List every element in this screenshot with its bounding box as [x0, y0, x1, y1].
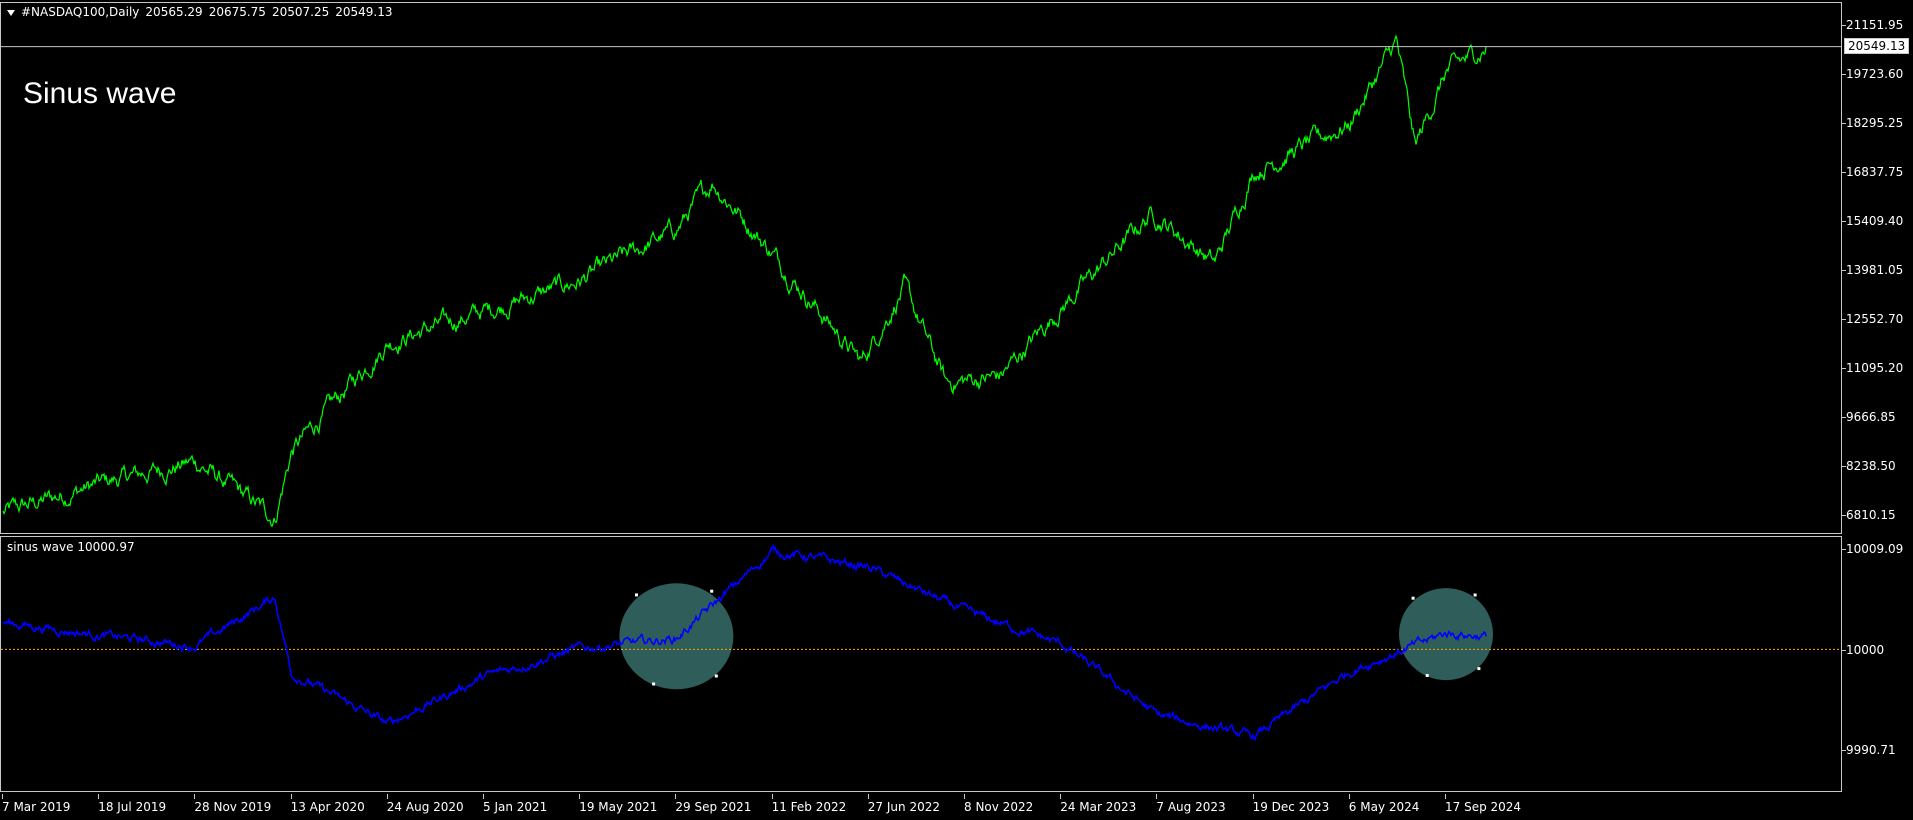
- current-price-label: 20549.13: [1844, 37, 1910, 54]
- price-tick: 19723.60: [1841, 67, 1904, 81]
- price-tick: 16837.75: [1841, 165, 1904, 179]
- selection-handle[interactable]: [1477, 667, 1481, 671]
- sinus-wave-line: [2, 543, 1487, 742]
- price-chart-canvas: [1, 34, 1841, 528]
- price-tick: 6810.15: [1842, 508, 1896, 522]
- selection-handle[interactable]: [652, 682, 656, 686]
- selection-handle[interactable]: [710, 589, 714, 593]
- time-label: 6 May 2024: [1348, 794, 1420, 814]
- time-label: 24 Mar 2023: [1060, 794, 1137, 814]
- chart-annotation-text[interactable]: Sinus wave: [23, 77, 176, 111]
- indicator-pane[interactable]: sinus wave 10000.97: [0, 536, 1842, 792]
- time-label: 17 Sep 2024: [1445, 794, 1522, 814]
- highlight-ellipse-2021[interactable]: [619, 583, 734, 690]
- symbol-name: #NASDAQ100,Daily: [21, 5, 140, 19]
- price-tick: 12552.70: [1841, 312, 1904, 326]
- selection-handle[interactable]: [714, 674, 718, 678]
- time-label: 7 Mar 2019: [2, 794, 71, 814]
- price-tick: 13981.05: [1841, 263, 1904, 277]
- time-label: 24 Aug 2020: [386, 794, 464, 814]
- selection-handle[interactable]: [1411, 596, 1415, 600]
- time-label: 19 Dec 2023: [1252, 794, 1330, 814]
- ohlc-open: 20565.29: [145, 5, 203, 19]
- indicator-axis[interactable]: 10009.09 10000 9990.71: [1841, 536, 1913, 792]
- time-label: 11 Feb 2022: [771, 794, 847, 814]
- price-tick: 11095.20: [1841, 361, 1904, 375]
- price-tick: 21151.95: [1841, 18, 1904, 32]
- selection-handle[interactable]: [635, 593, 638, 597]
- price-chart-pane[interactable]: #NASDAQ100,Daily 20565.29 20675.75 20507.25…: [0, 2, 1842, 534]
- indicator-title: sinus wave 10000.97: [7, 540, 135, 554]
- time-label: 28 Nov 2019: [194, 794, 272, 814]
- time-label: 5 Jan 2021: [483, 794, 548, 814]
- indicator-tick: 10009.09: [1841, 542, 1904, 556]
- collapse-triangle-icon[interactable]: [7, 9, 15, 16]
- price-tick: 9666.85: [1842, 410, 1896, 424]
- ohlc-low: 20507.25: [271, 5, 330, 19]
- time-label: 18 Jul 2019: [98, 794, 167, 814]
- time-label: 29 Sep 2021: [675, 794, 752, 814]
- ohlc-close: 20549.13: [335, 5, 393, 19]
- price-series-line: [2, 34, 1487, 528]
- time-label: 27 Jun 2022: [867, 794, 940, 814]
- time-axis[interactable]: 7 Mar 2019 18 Jul 2019 28 Nov 2019 13 Apr 2…: [0, 794, 1842, 818]
- time-label: 7 Aug 2023: [1156, 794, 1226, 814]
- ohlc-high: 20675.75: [208, 5, 266, 19]
- time-label: 13 Apr 2020: [290, 794, 365, 814]
- price-tick: 18295.25: [1841, 116, 1904, 130]
- time-label: 8 Nov 2022: [964, 794, 1034, 814]
- indicator-canvas: [1, 543, 1841, 742]
- selection-handle[interactable]: [1425, 674, 1429, 677]
- indicator-tick: 10000: [1841, 643, 1885, 657]
- selection-handle[interactable]: [1473, 593, 1477, 597]
- price-axis[interactable]: 21151.95 19723.60 18295.25 16837.75 15409.40…: [1841, 2, 1913, 534]
- indicator-tick: 9990.71: [1842, 743, 1896, 757]
- price-tick: 15409.40: [1841, 214, 1904, 228]
- symbol-header: #NASDAQ100,Daily 20565.29 20675.75 20507.25…: [7, 5, 398, 19]
- price-tick: 8238.50: [1842, 459, 1896, 473]
- time-label: 19 May 2021: [579, 794, 658, 814]
